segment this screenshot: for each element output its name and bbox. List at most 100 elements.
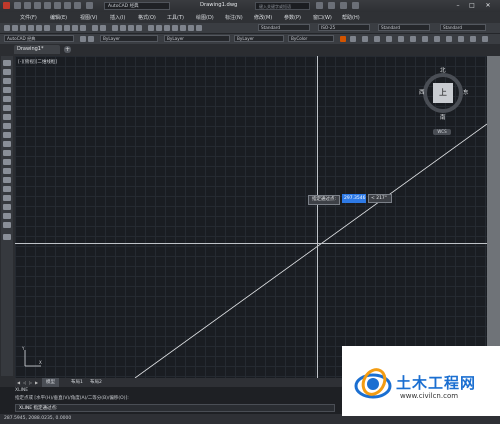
last-layout-icon[interactable]: ▶ — [35, 380, 40, 385]
new-icon[interactable] — [14, 2, 21, 9]
search-input[interactable]: 键入关键字或短语 — [255, 2, 310, 10]
menu-parametric[interactable]: 参数(P) — [284, 14, 301, 21]
app-menu-icon[interactable] — [3, 2, 10, 9]
menu-help[interactable]: 帮助(H) — [342, 14, 360, 21]
undo-icon[interactable] — [92, 25, 98, 31]
rectangle-icon[interactable] — [3, 96, 11, 102]
maximize-button[interactable]: □ — [466, 1, 478, 10]
zoom-realtime-icon[interactable] — [120, 25, 126, 31]
menu-draw[interactable]: 绘图(D) — [196, 14, 214, 21]
close-button[interactable]: ✕ — [482, 1, 494, 10]
save-icon[interactable] — [20, 25, 26, 31]
copy-icon[interactable] — [64, 25, 70, 31]
menu-insert[interactable]: 插入(I) — [110, 14, 125, 21]
drawing-canvas[interactable]: [-][俯视][二维线框] 上 北 西 东 南 WCS Y X — [15, 56, 487, 378]
tool-palettes-icon[interactable] — [164, 25, 170, 31]
calculator-icon[interactable] — [188, 25, 194, 31]
revcloud-icon[interactable] — [3, 123, 11, 129]
polygon-icon[interactable] — [3, 87, 11, 93]
polyline-icon[interactable] — [3, 78, 11, 84]
viewcube-top-face[interactable]: 上 — [433, 83, 453, 103]
menu-tools[interactable]: 工具(T) — [167, 14, 184, 21]
menu-modify[interactable]: 修改(M) — [254, 14, 272, 21]
compass-north[interactable]: 北 — [440, 66, 446, 74]
dynamic-input-angle[interactable]: < 217° — [368, 194, 392, 203]
linetype-select[interactable]: ByLayer — [164, 35, 230, 42]
ortho-icon[interactable] — [362, 36, 368, 42]
redo-icon[interactable] — [100, 25, 106, 31]
help-icon[interactable] — [196, 25, 202, 31]
table-style-select[interactable]: Standard — [378, 24, 430, 31]
print-icon[interactable] — [28, 25, 34, 31]
construction-line-icon[interactable] — [3, 69, 11, 75]
preview-icon[interactable] — [36, 25, 42, 31]
tab-layout1[interactable]: 布局1 — [67, 378, 87, 387]
grid-icon[interactable] — [350, 36, 356, 42]
polar-icon[interactable] — [374, 36, 380, 42]
line-icon[interactable] — [3, 60, 11, 66]
zoom-window-icon[interactable] — [128, 25, 134, 31]
layer-state-icon[interactable] — [88, 36, 94, 42]
snap-icon[interactable] — [340, 36, 346, 42]
region-icon[interactable] — [3, 204, 11, 210]
first-layout-icon[interactable]: ◀ — [17, 380, 22, 385]
insert-block-icon[interactable] — [3, 159, 11, 165]
workspace-icon[interactable] — [86, 2, 93, 9]
menu-view[interactable]: 视图(V) — [80, 14, 97, 21]
save-as-icon[interactable] — [44, 2, 51, 9]
make-block-icon[interactable] — [3, 168, 11, 174]
spline-icon[interactable] — [3, 132, 11, 138]
menu-dimension[interactable]: 标注(N) — [225, 14, 243, 21]
point-icon[interactable] — [3, 177, 11, 183]
pan-icon[interactable] — [112, 25, 118, 31]
compass-south[interactable]: 南 — [440, 113, 446, 121]
compass-east[interactable]: 东 — [463, 88, 469, 96]
selection-cycling-icon[interactable] — [470, 36, 476, 42]
ellipse-arc-icon[interactable] — [3, 150, 11, 156]
circle-icon[interactable] — [3, 114, 11, 120]
user-icon[interactable] — [328, 2, 335, 9]
sheet-set-icon[interactable] — [172, 25, 178, 31]
quick-properties-icon[interactable] — [458, 36, 464, 42]
viewcube[interactable]: 上 北 西 东 南 WCS — [419, 66, 469, 136]
gradient-icon[interactable] — [3, 195, 11, 201]
help-icon[interactable] — [352, 2, 359, 9]
hatch-icon[interactable] — [3, 186, 11, 192]
menu-edit[interactable]: 编辑(E) — [50, 14, 67, 21]
search-icon[interactable] — [316, 2, 323, 9]
compass-west[interactable]: 西 — [419, 88, 425, 96]
cut-icon[interactable] — [56, 25, 62, 31]
open-icon[interactable] — [24, 2, 31, 9]
tab-model[interactable]: 模型 — [42, 378, 59, 387]
next-layout-icon[interactable]: ▷ — [29, 380, 34, 385]
design-center-icon[interactable] — [156, 25, 162, 31]
minimize-button[interactable]: – — [452, 1, 464, 10]
annotation-icon[interactable] — [482, 36, 488, 42]
paste-icon[interactable] — [72, 25, 78, 31]
dim-style-select[interactable]: ISO-25 — [318, 24, 370, 31]
menu-window[interactable]: 窗口(W) — [313, 14, 332, 21]
markup-icon[interactable] — [180, 25, 186, 31]
print-icon[interactable] — [54, 2, 61, 9]
coordinate-readout[interactable]: 287.5945, 2088.0235, 0.0000 — [4, 416, 71, 421]
tab-layout2[interactable]: 布局2 — [86, 378, 106, 387]
ducs-icon[interactable] — [410, 36, 416, 42]
prev-layout-icon[interactable]: ◁ — [23, 380, 28, 385]
publish-icon[interactable] — [44, 25, 50, 31]
menu-file[interactable]: 文件(F) — [20, 14, 37, 21]
tab-drawing1[interactable]: Drawing1* — [14, 45, 60, 54]
properties-icon[interactable] — [148, 25, 154, 31]
workspace-combo[interactable]: AutoCAD 经典 — [4, 35, 74, 42]
menu-format[interactable]: 格式(O) — [138, 14, 156, 21]
color-select[interactable]: ByLayer — [100, 35, 158, 42]
zoom-previous-icon[interactable] — [136, 25, 142, 31]
add-selected-icon[interactable] — [3, 234, 11, 240]
plotstyle-select[interactable]: ByColor — [288, 35, 334, 42]
otrack-icon[interactable] — [398, 36, 404, 42]
undo-icon[interactable] — [64, 2, 71, 9]
wcs-menu-button[interactable]: WCS — [433, 129, 451, 135]
lineweight-select[interactable]: ByLayer — [234, 35, 284, 42]
transparency-icon[interactable] — [446, 36, 452, 42]
save-icon[interactable] — [34, 2, 41, 9]
osnap-icon[interactable] — [386, 36, 392, 42]
